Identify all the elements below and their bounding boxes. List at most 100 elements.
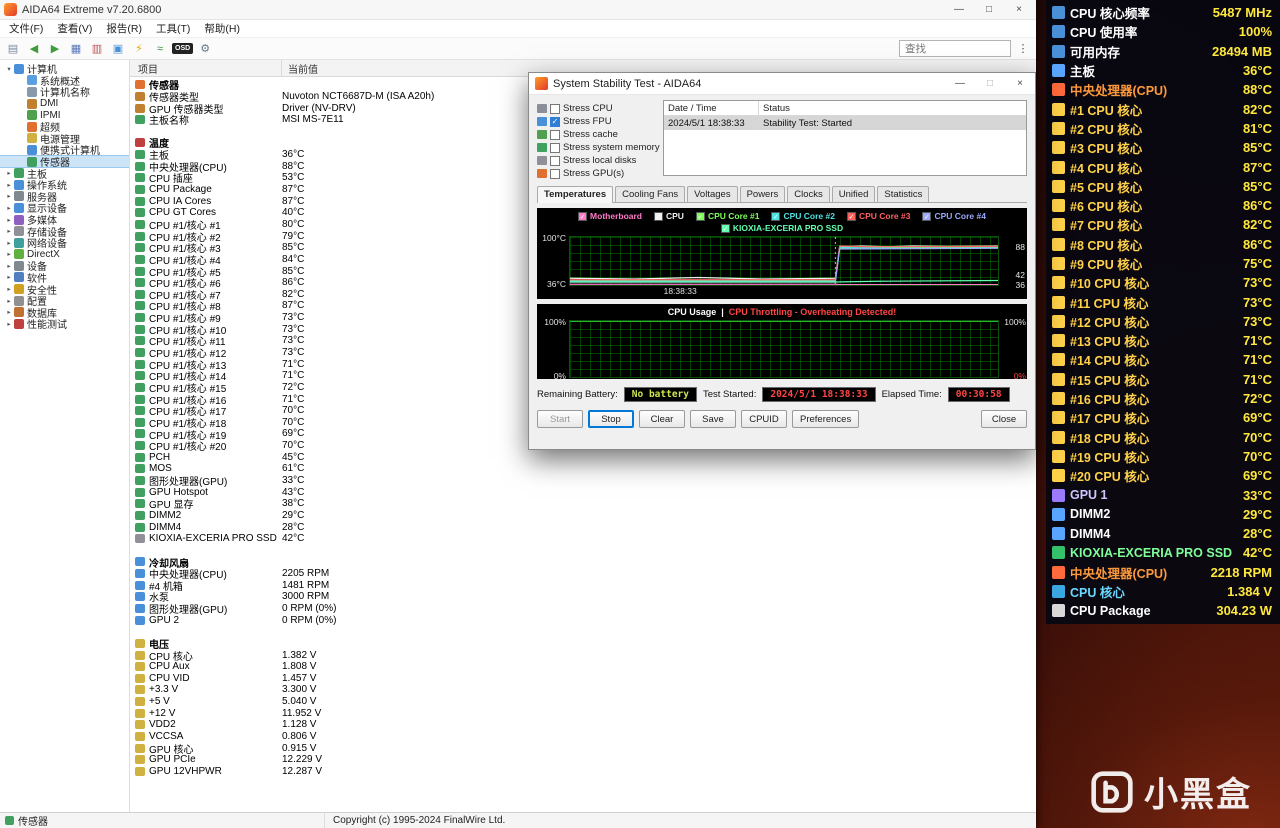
- sidebar-item[interactable]: IPMI: [0, 109, 129, 121]
- page-icon[interactable]: ▤: [4, 41, 22, 57]
- stress-option[interactable]: Stress system memory: [537, 142, 655, 153]
- legend-item[interactable]: ✓CPU Core #1: [696, 211, 760, 221]
- sidebar-item[interactable]: ▸DirectX: [0, 249, 129, 261]
- stress-option[interactable]: Stress CPU: [537, 103, 655, 114]
- checkbox[interactable]: [550, 104, 560, 114]
- back-icon[interactable]: ◀: [25, 41, 43, 57]
- menu-item-2[interactable]: 报告(R): [99, 21, 149, 36]
- table-row[interactable]: 水泵3000 RPM: [130, 591, 1036, 603]
- sidebar-item[interactable]: ▸软件: [0, 272, 129, 284]
- legend-checkbox[interactable]: ✓: [696, 212, 705, 221]
- table-row[interactable]: #4 机箱1481 RPM: [130, 579, 1036, 591]
- stress-option[interactable]: Stress local disks: [537, 155, 655, 166]
- expander-icon[interactable]: ▸: [4, 204, 14, 212]
- tab-powers[interactable]: Powers: [740, 186, 786, 202]
- sidebar-item[interactable]: ▸操作系统: [0, 179, 129, 191]
- legend-checkbox[interactable]: ✓: [771, 212, 780, 221]
- checkbox[interactable]: ✓: [550, 117, 560, 127]
- table-row[interactable]: +3.3 V3.300 V: [130, 684, 1036, 696]
- legend-checkbox[interactable]: ✓: [654, 212, 663, 221]
- menu-item-0[interactable]: 文件(F): [2, 21, 50, 36]
- sidebar-item[interactable]: 传感器: [0, 156, 129, 168]
- legend-checkbox[interactable]: ✓: [578, 212, 587, 221]
- stop-button[interactable]: Stop: [588, 410, 634, 428]
- expander-icon[interactable]: ▸: [4, 239, 14, 247]
- lightning-icon[interactable]: ⚡: [130, 41, 148, 57]
- table-row[interactable]: +5 V5.040 V: [130, 696, 1036, 708]
- table-row[interactable]: CPU Aux1.808 V: [130, 661, 1036, 673]
- sidebar-item[interactable]: ▸性能测试: [0, 318, 129, 330]
- clear-button[interactable]: Clear: [639, 410, 685, 428]
- minimize-button[interactable]: —: [944, 1, 974, 19]
- dialog-titlebar[interactable]: System Stability Test - AIDA64 — □ ×: [529, 73, 1035, 95]
- table-row[interactable]: GPU Hotspot43°C: [130, 486, 1036, 498]
- expander-icon[interactable]: ▸: [4, 227, 14, 235]
- sidebar-item[interactable]: ▸设备: [0, 260, 129, 272]
- legend-checkbox[interactable]: ✓: [721, 224, 730, 233]
- log-row[interactable]: 2024/5/1 18:38:33Stability Test: Started: [664, 116, 1026, 130]
- expander-icon[interactable]: ▸: [4, 192, 14, 200]
- osd-badge-icon[interactable]: OSD: [172, 43, 193, 54]
- expander-icon[interactable]: ▸: [4, 285, 14, 293]
- sidebar-item[interactable]: 计算机名称: [0, 86, 129, 98]
- legend-item[interactable]: ✓CPU: [654, 211, 684, 221]
- table-row[interactable]: CPU VID1.457 V: [130, 673, 1036, 685]
- expander-icon[interactable]: ▸: [4, 297, 14, 305]
- log-column-status[interactable]: Status: [759, 101, 1026, 115]
- graph-icon[interactable]: ≈: [151, 41, 169, 57]
- main-titlebar[interactable]: AIDA64 Extreme v7.20.6800 — □ ×: [0, 0, 1036, 20]
- menu-item-1[interactable]: 查看(V): [50, 21, 99, 36]
- expander-icon[interactable]: ▸: [4, 262, 14, 270]
- sidebar-item[interactable]: DMI: [0, 98, 129, 110]
- checkbox[interactable]: [550, 143, 560, 153]
- monitor-icon[interactable]: ▣: [109, 41, 127, 57]
- settings-icon[interactable]: ⚙: [196, 41, 214, 57]
- table-section-row[interactable]: 电压: [130, 638, 1036, 650]
- table-row[interactable]: CPU 核心1.382 V: [130, 649, 1036, 661]
- expander-icon[interactable]: ▸: [4, 181, 14, 189]
- legend-checkbox[interactable]: ✓: [847, 212, 856, 221]
- legend-item[interactable]: ✓Motherboard: [578, 211, 642, 221]
- checkbox[interactable]: [550, 169, 560, 179]
- sidebar-item[interactable]: ▸显示设备: [0, 202, 129, 214]
- expander-icon[interactable]: ▸: [4, 273, 14, 281]
- report-icon[interactable]: ▦: [67, 41, 85, 57]
- preferences-button[interactable]: Preferences: [792, 410, 859, 428]
- dialog-maximize-button[interactable]: □: [975, 75, 1005, 93]
- legend-item[interactable]: ✓CPU Core #2: [771, 211, 835, 221]
- tab-statistics[interactable]: Statistics: [877, 186, 929, 202]
- dialog-minimize-button[interactable]: —: [945, 75, 975, 93]
- expander-icon[interactable]: ▸: [4, 216, 14, 224]
- table-section-row[interactable]: 冷却风扇: [130, 556, 1036, 568]
- stress-option[interactable]: Stress cache: [537, 129, 655, 140]
- search-input[interactable]: [899, 40, 1011, 57]
- expander-icon[interactable]: ▸: [4, 308, 14, 316]
- legend-checkbox[interactable]: ✓: [922, 212, 931, 221]
- expander-icon[interactable]: ▾: [4, 65, 14, 73]
- log-column-datetime[interactable]: Date / Time: [664, 101, 759, 115]
- table-row[interactable]: GPU 12VHPWR12.287 V: [130, 766, 1036, 778]
- sidebar-item[interactable]: ▸安全性: [0, 283, 129, 295]
- table-row[interactable]: GPU 核心0.915 V: [130, 742, 1036, 754]
- column-header-item[interactable]: 项目: [130, 60, 282, 76]
- sidebar-item[interactable]: ▸配置: [0, 295, 129, 307]
- save-button[interactable]: Save: [690, 410, 736, 428]
- table-row[interactable]: KIOXIA-EXCERIA PRO SSD42°C: [130, 533, 1036, 545]
- legend-item[interactable]: ✓CPU Core #4: [922, 211, 986, 221]
- table-row[interactable]: VDD21.128 V: [130, 719, 1036, 731]
- close-button[interactable]: ×: [1004, 1, 1034, 19]
- more-options-icon[interactable]: ⋮: [1016, 42, 1030, 55]
- tab-temperatures[interactable]: Temperatures: [537, 186, 613, 203]
- stress-option[interactable]: Stress GPU(s): [537, 168, 655, 179]
- table-row[interactable]: DIMM428°C: [130, 521, 1036, 533]
- table-row[interactable]: 图形处理器(GPU)0 RPM (0%): [130, 603, 1036, 615]
- table-row[interactable]: DIMM229°C: [130, 510, 1036, 522]
- close-button[interactable]: Close: [981, 410, 1027, 428]
- table-row[interactable]: +12 V11.952 V: [130, 707, 1036, 719]
- menu-item-4[interactable]: 帮助(H): [197, 21, 247, 36]
- tab-unified[interactable]: Unified: [832, 186, 876, 202]
- expander-icon[interactable]: ▸: [4, 320, 14, 328]
- table-row[interactable]: 图形处理器(GPU)33°C: [130, 475, 1036, 487]
- tab-voltages[interactable]: Voltages: [687, 186, 737, 202]
- chart-icon[interactable]: ▥: [88, 41, 106, 57]
